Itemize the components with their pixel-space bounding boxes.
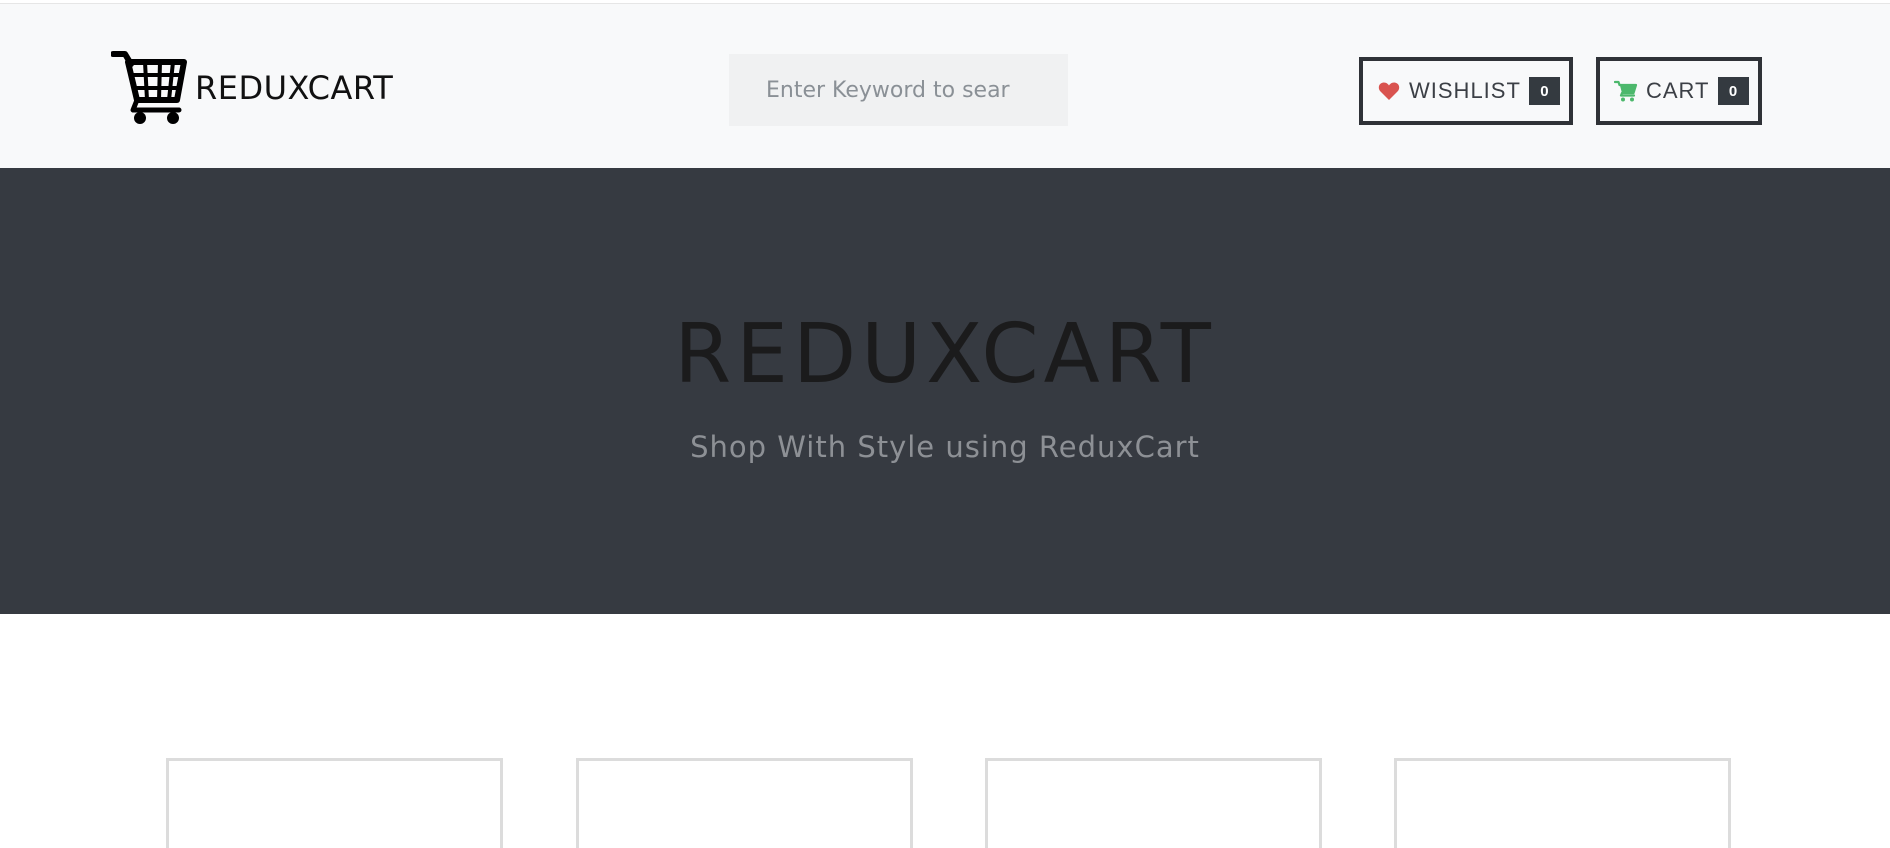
navbar: REDUXCART WISHLIST 0 CART 0 bbox=[0, 4, 1890, 168]
brand-link[interactable]: REDUXCART bbox=[111, 48, 393, 128]
cart-button[interactable]: CART 0 bbox=[1596, 57, 1762, 125]
hero-subtitle: Shop With Style using ReduxCart bbox=[690, 430, 1200, 464]
brand-name: REDUXCART bbox=[195, 69, 394, 107]
product-grid bbox=[0, 614, 1890, 848]
search-box bbox=[729, 54, 1068, 126]
heart-icon bbox=[1378, 82, 1400, 100]
product-card[interactable] bbox=[576, 758, 913, 848]
cart-count-badge: 0 bbox=[1717, 77, 1749, 105]
product-card[interactable] bbox=[1394, 758, 1731, 848]
hero-title: REDUXCART bbox=[674, 307, 1216, 402]
search-input[interactable] bbox=[729, 54, 1068, 126]
cart-icon bbox=[1614, 80, 1638, 102]
shopping-cart-logo-icon bbox=[111, 51, 187, 124]
hero-banner: REDUXCART Shop With Style using ReduxCar… bbox=[0, 168, 1890, 614]
product-card[interactable] bbox=[166, 758, 503, 848]
wishlist-button[interactable]: WISHLIST 0 bbox=[1359, 57, 1573, 125]
wishlist-label: WISHLIST bbox=[1409, 78, 1521, 103]
product-card[interactable] bbox=[985, 758, 1322, 848]
wishlist-count-badge: 0 bbox=[1528, 77, 1560, 105]
cart-label: CART bbox=[1646, 78, 1710, 103]
